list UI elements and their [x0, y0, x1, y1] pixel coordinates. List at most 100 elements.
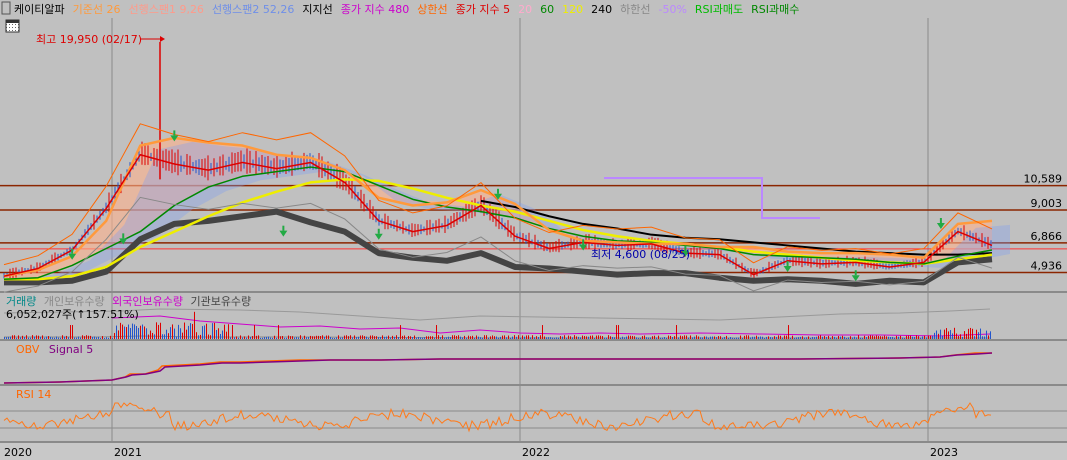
- volume-bar: [218, 328, 219, 339]
- volume-bar: [774, 336, 775, 339]
- volume-bar: [180, 328, 181, 339]
- volume-bar: [864, 335, 865, 339]
- legend-item-3: 선행스팬2 52,26: [212, 3, 294, 16]
- volume-bar: [618, 325, 619, 339]
- x-tick-2021: 2021: [114, 446, 142, 459]
- volume-bar: [716, 337, 717, 339]
- volume-bar: [538, 337, 539, 339]
- volume-bar: [790, 337, 791, 339]
- volume-bar: [418, 337, 419, 339]
- volume-bar: [684, 335, 685, 339]
- volume-bar: [502, 335, 503, 339]
- legend-item-12: 하한선: [620, 2, 650, 16]
- volume-bar: [198, 335, 199, 339]
- volume-bar: [486, 335, 487, 339]
- legend-item-7: 종가 지수 5: [456, 3, 510, 16]
- volume-bar: [450, 337, 451, 339]
- volume-bar: [860, 337, 861, 339]
- volume-bar: [632, 335, 633, 339]
- volume-bar: [78, 336, 79, 339]
- volume-bar: [142, 324, 143, 339]
- calendar-icon[interactable]: [5, 19, 20, 33]
- volume-bar: [662, 337, 663, 339]
- volume-bar: [682, 336, 683, 339]
- volume-bar: [408, 335, 409, 339]
- volume-bar: [246, 337, 247, 339]
- volume-bar: [732, 337, 733, 339]
- volume-bar: [364, 336, 365, 339]
- volume-bar: [288, 335, 289, 339]
- volume-bar: [318, 335, 319, 339]
- volume-bar: [368, 337, 369, 339]
- x-tick-2020: 2020: [4, 446, 32, 459]
- volume-bar: [252, 336, 253, 339]
- volume-bar: [584, 336, 585, 339]
- level-label-3: 4,936: [1031, 260, 1063, 273]
- volume-bar: [830, 337, 831, 339]
- volume-bar: [28, 337, 29, 339]
- volume-bar: [876, 335, 877, 339]
- volume-bar: [372, 335, 373, 339]
- volume-bar: [100, 337, 101, 339]
- volume-bar: [564, 335, 565, 339]
- volume-bar: [248, 335, 249, 339]
- volume-bar: [924, 335, 925, 339]
- volume-bar: [112, 337, 113, 339]
- volume-bar: [870, 335, 871, 339]
- volume-bar: [34, 336, 35, 339]
- volume-bar: [862, 337, 863, 339]
- volume-bar: [482, 337, 483, 339]
- volume-bar: [358, 336, 359, 339]
- volume-bar: [30, 337, 31, 339]
- legend-item-1: 기준선 26: [73, 3, 121, 16]
- volume-bar: [44, 337, 45, 339]
- volume-bar: [540, 335, 541, 339]
- volume-bar: [932, 335, 933, 339]
- volume-bar: [574, 335, 575, 339]
- volume-bar: [620, 337, 621, 339]
- volume-bar: [42, 335, 43, 339]
- volume-bar: [724, 336, 725, 339]
- volume-bar: [18, 335, 19, 339]
- volume-bar: [240, 335, 241, 339]
- volume-bar: [544, 336, 545, 339]
- volume-bar: [266, 336, 267, 339]
- volume-bar: [188, 325, 189, 339]
- volume-bar: [16, 337, 17, 339]
- volume-bar: [62, 335, 63, 339]
- volume-bar: [276, 337, 277, 339]
- volume-bar: [930, 335, 931, 339]
- volume-bar: [278, 325, 279, 339]
- volume-bar: [776, 336, 777, 339]
- volume-bar: [586, 336, 587, 339]
- volume-bar: [934, 332, 935, 339]
- volume-bar: [152, 332, 153, 339]
- volume-bar: [812, 336, 813, 339]
- volume-bar: [762, 336, 763, 339]
- volume-bar: [822, 336, 823, 339]
- volume-bar: [668, 335, 669, 339]
- volume-bar: [222, 330, 223, 339]
- volume-bar: [978, 332, 979, 339]
- volume-bar: [936, 330, 937, 339]
- volume-bar: [650, 337, 651, 339]
- volume-bar: [520, 337, 521, 339]
- volume-bar: [390, 337, 391, 339]
- volume-bar: [530, 337, 531, 339]
- volume-bar: [766, 336, 767, 339]
- volume-bar: [366, 336, 367, 339]
- chart-canvas[interactable]: 10,5899,0036,8664,936 최고 19,950 (02/17) …: [0, 0, 1067, 460]
- volume-bar: [696, 335, 697, 339]
- volume-bar: [770, 337, 771, 339]
- volume-bar: [216, 330, 217, 339]
- volume-bar: [104, 337, 105, 339]
- volume-bar: [744, 335, 745, 339]
- volume-bar: [528, 335, 529, 339]
- volume-bar: [836, 337, 837, 339]
- volume-bar: [468, 335, 469, 339]
- volume-bar: [546, 337, 547, 339]
- volume-bar: [186, 329, 187, 339]
- volume-bar: [848, 337, 849, 339]
- volume-bar: [740, 335, 741, 339]
- volume-bar: [554, 337, 555, 339]
